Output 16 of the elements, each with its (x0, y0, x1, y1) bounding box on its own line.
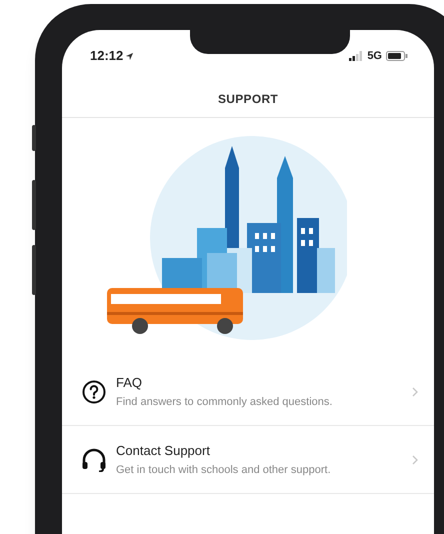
headphones-icon (81, 448, 107, 472)
status-time: 12:12 (90, 47, 124, 66)
item-description: Get in touch with schools and other support. (116, 463, 332, 478)
location-arrow-icon (125, 52, 134, 60)
support-list-item[interactable]: FAQ Find answers to commonly asked questions. (62, 358, 434, 426)
item-description: Find answers to commonly asked questions. (116, 395, 334, 410)
battery-icon (386, 51, 408, 61)
chevron-right-icon (412, 454, 418, 464)
chevron-right-icon (412, 386, 418, 396)
help-icon (82, 380, 106, 404)
screen-title: SUPPORT (218, 90, 278, 108)
item-title: Contact Support (116, 442, 211, 460)
network-label: 5G (367, 48, 382, 64)
signal-icon (349, 51, 364, 61)
item-title: FAQ (116, 374, 144, 392)
support-list-item[interactable]: Contact Support Get in touch with schools and other support. (62, 426, 434, 494)
